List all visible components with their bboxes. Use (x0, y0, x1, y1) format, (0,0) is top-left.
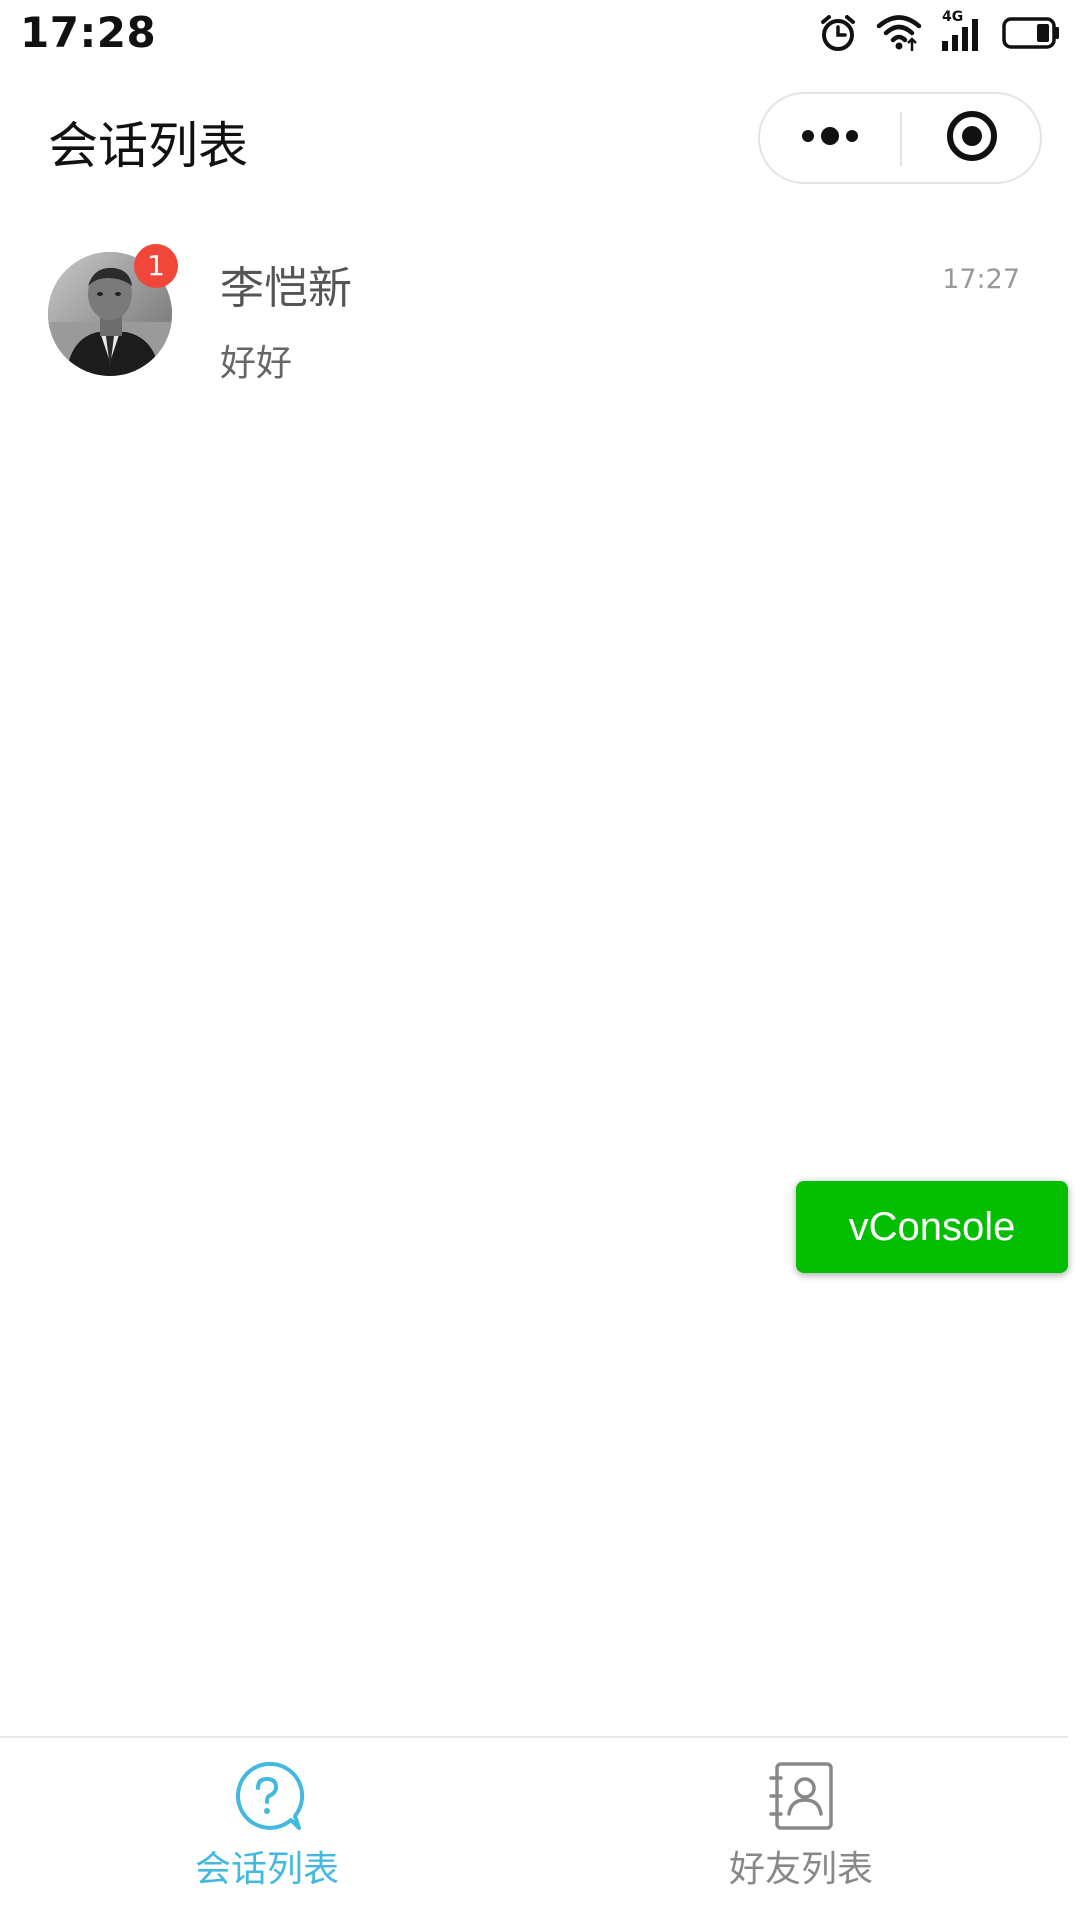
more-dots-icon (798, 124, 862, 152)
message-time: 17:27 (942, 264, 1020, 295)
chat-question-icon (229, 1758, 305, 1834)
tab-bar: 会话列表 好友列表 (0, 1736, 1068, 1920)
page-title: 会话列表 (48, 117, 248, 175)
last-message: 好好 (220, 343, 293, 384)
tab-label-friends: 好友列表 (728, 1849, 873, 1890)
conversation-item[interactable]: 1 李恺新 好好 17:27 (0, 232, 1080, 392)
vconsole-button[interactable]: vConsole (796, 1181, 1068, 1273)
unread-badge: 1 (134, 244, 178, 288)
battery-icon (1002, 16, 1062, 50)
contacts-book-icon (763, 1758, 839, 1834)
menu-capsule (758, 92, 1042, 184)
tab-label-conversations: 会话列表 (194, 1849, 339, 1890)
close-target-icon (944, 108, 1000, 168)
status-bar: 17:28 4G (0, 0, 1080, 66)
app-screen: 17:28 4G 会话列表 1 李恺新 好好 17:27 vConsole 会话… (0, 0, 1080, 1920)
cellular-signal-icon: 4G (940, 9, 984, 53)
contact-name: 李恺新 (220, 263, 352, 314)
more-button[interactable] (760, 94, 900, 182)
conversation-list: 1 李恺新 好好 17:27 (0, 232, 1080, 392)
navigation-header: 会话列表 (0, 82, 1080, 192)
status-icons: 4G (818, 9, 1062, 56)
wifi-icon (876, 13, 922, 53)
tab-friends[interactable]: 好友列表 (534, 1738, 1068, 1920)
alarm-icon (818, 13, 858, 53)
close-button[interactable] (902, 94, 1042, 182)
tab-conversations[interactable]: 会话列表 (0, 1738, 534, 1920)
status-time: 17:28 (20, 8, 157, 57)
